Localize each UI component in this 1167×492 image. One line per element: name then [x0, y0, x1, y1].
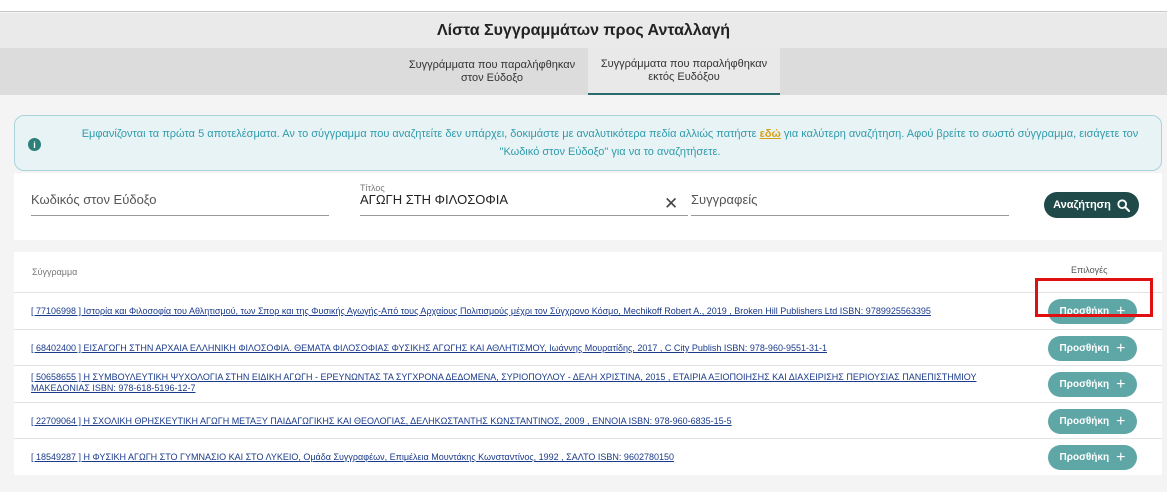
title-bar: Λίστα Συγγραμμάτων προς Ανταλλαγή: [0, 13, 1167, 48]
add-button[interactable]: Προσθήκη +: [1048, 409, 1137, 434]
table-row: [ 22709064 ] Η ΣΧΟΛΙΚΗ ΘΡΗΣΚΕΥΤΙΚΗ ΑΓΩΓΗ…: [14, 402, 1162, 438]
close-icon[interactable]: ✕: [664, 195, 678, 212]
add-button-label: Προσθήκη: [1059, 343, 1110, 354]
table-row: [ 68402400 ] ΕΙΣΑΓΩΓΗ ΣΤΗΝ ΑΡΧΑΙΑ ΕΛΛΗΝΙ…: [14, 329, 1162, 365]
authors-input[interactable]: [691, 188, 1009, 216]
info-icon: i: [28, 138, 41, 151]
book-link[interactable]: [ 77106998 ] Ιστορία και Φιλοσοφία του Α…: [31, 306, 1031, 317]
search-button-label: Αναζήτηση: [1053, 199, 1111, 211]
book-link[interactable]: [ 22709064 ] Η ΣΧΟΛΙΚΗ ΘΡΗΣΚΕΥΤΙΚΗ ΑΓΩΓΗ…: [31, 416, 1031, 427]
better-search-link[interactable]: εδώ: [760, 128, 781, 140]
search-button[interactable]: Αναζήτηση: [1044, 192, 1139, 218]
add-button[interactable]: Προσθήκη +: [1048, 372, 1137, 397]
table-row: [ 18549287 ] Η ΦΥΣΙΚΗ ΑΓΩΓΗ ΣΤΟ ΓΥΜΝΑΣΙΟ…: [14, 438, 1162, 474]
add-button-label: Προσθήκη: [1059, 416, 1110, 427]
book-link[interactable]: [ 68402400 ] ΕΙΣΑΓΩΓΗ ΣΤΗΝ ΑΡΧΑΙΑ ΕΛΛΗΝΙ…: [31, 343, 1031, 354]
plus-icon: +: [1116, 302, 1126, 320]
top-bar: [0, 0, 1167, 12]
add-button-label: Προσθήκη: [1059, 452, 1110, 463]
add-button[interactable]: Προσθήκη +: [1048, 445, 1137, 470]
plus-icon: +: [1116, 339, 1126, 357]
book-link[interactable]: [ 18549287 ] Η ΦΥΣΙΚΗ ΑΓΩΓΗ ΣΤΟ ΓΥΜΝΑΣΙΟ…: [31, 452, 1031, 463]
title-input[interactable]: [360, 188, 688, 216]
code-field: [31, 186, 329, 216]
add-button[interactable]: Προσθήκη +: [1048, 299, 1137, 324]
info-text: Εμφανίζονται τα πρώτα 5 αποτελέσματα. Αν…: [65, 125, 1155, 161]
column-header-book: Σύγγραμμα: [32, 267, 78, 277]
info-alert: i Εμφανίζονται τα πρώτα 5 αποτελέσματα. …: [14, 115, 1162, 171]
tab-received-in-eudoxus[interactable]: Συγγράμματα που παραλήφθηκαν στον Εύδοξο: [397, 48, 587, 95]
table-row: [ 77106998 ] Ιστορία και Φιλοσοφία του Α…: [14, 292, 1162, 328]
plus-icon: +: [1116, 448, 1126, 466]
column-header-options: Επιλογές: [1071, 265, 1108, 275]
search-panel: Τίτλος ✕ Αναζήτηση: [14, 173, 1162, 240]
add-button[interactable]: Προσθήκη +: [1048, 336, 1137, 361]
title-field: Τίτλος: [360, 183, 688, 216]
plus-icon: +: [1116, 412, 1126, 430]
search-icon: [1117, 198, 1130, 212]
info-text-before: Εμφανίζονται τα πρώτα 5 αποτελέσματα. Αν…: [81, 128, 760, 140]
tab-received-outside-eudoxus[interactable]: Συγγράμματα που παραλήφθηκαν εκτός Ευδόξ…: [588, 48, 780, 95]
add-button-label: Προσθήκη: [1059, 306, 1110, 317]
page-title: Λίστα Συγγραμμάτων προς Ανταλλαγή: [436, 21, 731, 39]
book-link[interactable]: [ 50658655 ] Η ΣΥΜΒΟΥΛΕΥΤΙΚΗ ΨΥΧΟΛΟΓΙΑ Σ…: [31, 372, 1021, 394]
plus-icon: +: [1116, 375, 1126, 393]
table-row: [ 50658655 ] Η ΣΥΜΒΟΥΛΕΥΤΙΚΗ ΨΥΧΟΛΟΓΙΑ Σ…: [14, 365, 1162, 402]
add-button-label: Προσθήκη: [1059, 379, 1110, 390]
authors-field: [691, 186, 1009, 216]
code-input[interactable]: [31, 188, 329, 216]
tab-bar: Συγγράμματα που παραλήφθηκαν στον Εύδοξο…: [0, 48, 1167, 95]
results-table: Σύγγραμμα Επιλογές [ 77106998 ] Ιστορία …: [14, 252, 1162, 475]
